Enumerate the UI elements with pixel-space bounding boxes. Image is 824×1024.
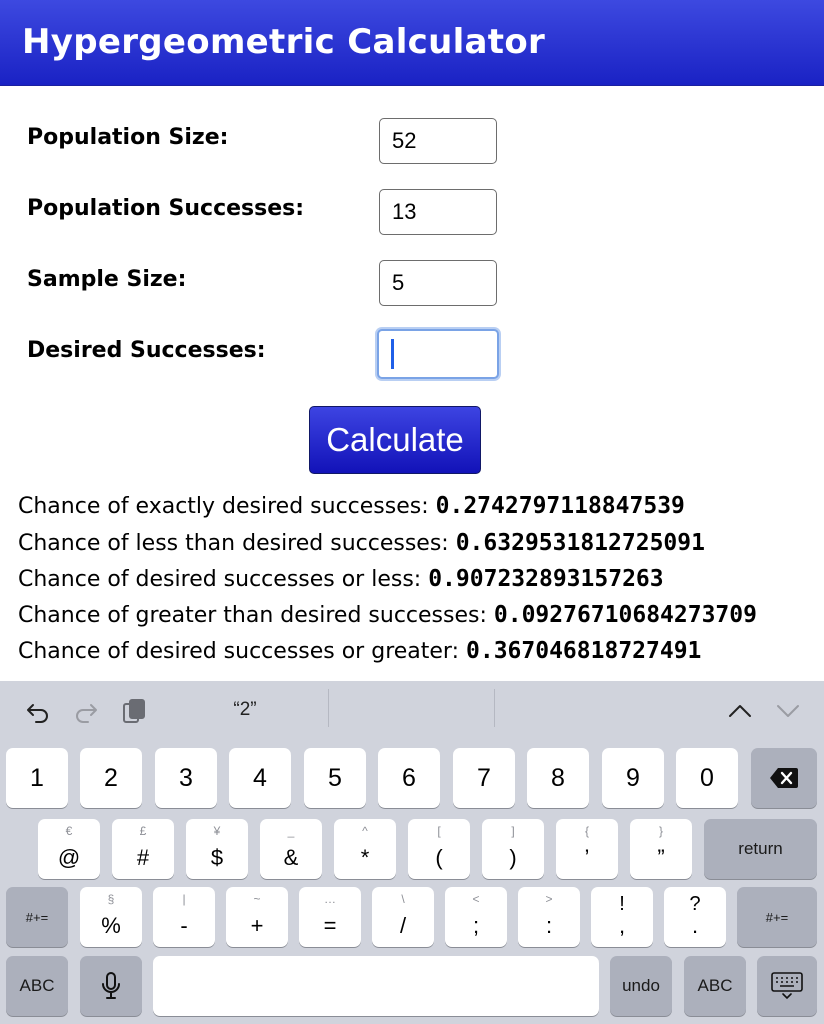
key-apostrophe[interactable]: {’ — [556, 819, 618, 879]
toolbar-divider — [328, 689, 329, 727]
result-or-less: Chance of desired successes or less: 0.9… — [18, 566, 664, 592]
key-6[interactable]: 6 — [378, 748, 440, 808]
key-semicolon[interactable]: <; — [445, 887, 507, 947]
key-open-paren[interactable]: [( — [408, 819, 470, 879]
key-2[interactable]: 2 — [80, 748, 142, 808]
keyboard-toolbar: “2” — [0, 681, 824, 741]
sample-size-input[interactable]: 5 — [379, 260, 497, 306]
key-3[interactable]: 3 — [155, 748, 217, 808]
key-at[interactable]: € @ — [38, 819, 100, 879]
dismiss-keyboard-key[interactable] — [757, 956, 817, 1016]
key-dollar[interactable]: ¥ $ — [186, 819, 248, 879]
sample-size-label: Sample Size: — [27, 267, 187, 292]
desired-successes-input[interactable] — [377, 329, 499, 379]
key-comma[interactable]: !, — [591, 887, 653, 947]
symbols-shift-key-left[interactable]: #+= — [6, 887, 68, 947]
population-successes-input[interactable]: 13 — [379, 189, 497, 235]
key-hash[interactable]: £ # — [112, 819, 174, 879]
undo-icon[interactable] — [24, 697, 52, 725]
result-less-than-value: 0.6329531812725091 — [455, 530, 705, 556]
chevron-up-icon[interactable] — [726, 697, 754, 725]
result-less-than: Chance of less than desired successes: 0… — [18, 530, 705, 556]
key-7[interactable]: 7 — [453, 748, 515, 808]
backspace-icon — [770, 768, 798, 788]
key-equals[interactable]: … = — [299, 887, 361, 947]
toolbar-divider — [494, 689, 495, 727]
key-minus[interactable]: | - — [153, 887, 215, 947]
key-asterisk[interactable]: ^ * — [334, 819, 396, 879]
space-bar[interactable] — [153, 956, 599, 1016]
paste-icon[interactable] — [120, 697, 148, 725]
result-or-greater: Chance of desired successes or greater: … — [18, 638, 702, 664]
on-screen-keyboard: “2” 1 2 3 4 5 6 7 8 9 0 € @ £ # ¥ $ _ & ^ * [… — [0, 681, 824, 1024]
microphone-icon — [102, 972, 120, 999]
key-period[interactable]: ?. — [664, 887, 726, 947]
population-successes-label: Population Successes: — [27, 196, 305, 221]
result-or-greater-value: 0.367046818727491 — [466, 638, 702, 664]
result-exactly-value: 0.2742797118847539 — [435, 493, 685, 519]
result-greater-than-value: 0.09276710684273709 — [493, 602, 757, 628]
dictation-key[interactable] — [80, 956, 142, 1016]
desired-successes-label: Desired Successes: — [27, 338, 266, 363]
chevron-down-icon[interactable] — [774, 697, 802, 725]
key-8[interactable]: 8 — [527, 748, 589, 808]
population-size-label: Population Size: — [27, 125, 229, 150]
symbols-shift-key-right[interactable]: #+= — [737, 887, 817, 947]
key-5[interactable]: 5 — [304, 748, 366, 808]
key-1[interactable]: 1 — [6, 748, 68, 808]
key-quote[interactable]: }” — [630, 819, 692, 879]
undo-key[interactable]: undo — [610, 956, 672, 1016]
key-4[interactable]: 4 — [229, 748, 291, 808]
text-caret — [391, 339, 394, 369]
key-plus[interactable]: ~ + — [226, 887, 288, 947]
title-bar: Hypergeometric Calculator — [0, 0, 824, 86]
key-ampersand[interactable]: _ & — [260, 819, 322, 879]
key-slash[interactable]: \ / — [372, 887, 434, 947]
return-key[interactable]: return — [704, 819, 817, 879]
abc-key-right[interactable]: ABC — [684, 956, 746, 1016]
delete-key[interactable] — [751, 748, 817, 808]
key-percent[interactable]: §% — [80, 887, 142, 947]
page-title: Hypergeometric Calculator — [22, 22, 546, 62]
key-close-paren[interactable]: ]) — [482, 819, 544, 879]
keyboard-dismiss-icon — [771, 972, 803, 1000]
key-colon[interactable]: >: — [518, 887, 580, 947]
suggestion-item[interactable]: “2” — [200, 699, 290, 721]
calculate-button[interactable]: Calculate — [309, 406, 481, 474]
key-9[interactable]: 9 — [602, 748, 664, 808]
result-exactly: Chance of exactly desired successes: 0.2… — [18, 493, 685, 519]
population-size-input[interactable]: 52 — [379, 118, 497, 164]
abc-key-left[interactable]: ABC — [6, 956, 68, 1016]
result-greater-than: Chance of greater than desired successes… — [18, 602, 757, 628]
redo-icon[interactable] — [72, 697, 100, 725]
key-0[interactable]: 0 — [676, 748, 738, 808]
result-or-less-value: 0.907232893157263 — [428, 566, 664, 592]
